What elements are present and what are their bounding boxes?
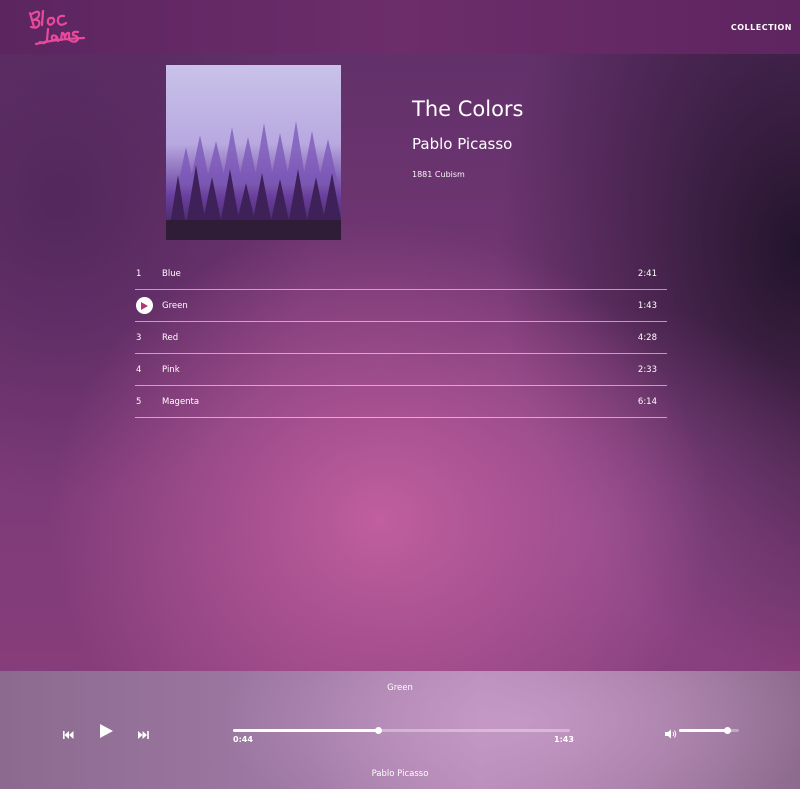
track-row-3[interactable]: 3 Red 4:28 — [135, 322, 667, 354]
volume-icon[interactable] — [665, 724, 677, 743]
volume-bar-thumb[interactable] — [724, 727, 731, 734]
volume-bar[interactable] — [679, 727, 739, 734]
track-name: Red — [162, 332, 179, 343]
album-label: Cubism — [434, 170, 465, 179]
album-cover-art — [166, 65, 341, 240]
now-playing-artist: Pablo Picasso — [371, 769, 429, 779]
skip-next-icon[interactable] — [138, 725, 149, 744]
track-duration: 4:28 — [637, 332, 657, 343]
skip-previous-icon[interactable] — [63, 725, 74, 744]
album-artist: Pablo Picasso — [412, 135, 513, 153]
track-number: 5 — [136, 396, 142, 407]
player-bar: Green 0:44 1:43 Pablo Picasso — [0, 671, 800, 789]
track-duration: 2:33 — [637, 364, 657, 375]
current-time: 0:44 — [233, 735, 253, 744]
seek-bar-fill — [233, 729, 378, 732]
track-name: Pink — [162, 364, 180, 375]
track-play-button[interactable] — [135, 290, 162, 322]
volume-bar-fill — [679, 729, 727, 732]
total-time: 1:43 — [554, 735, 574, 744]
nav-collection-link[interactable]: COLLECTION — [731, 23, 792, 32]
play-icon[interactable] — [100, 723, 113, 742]
now-playing-title: Green — [387, 683, 413, 693]
album-title: The Colors — [412, 97, 524, 121]
track-number: 3 — [136, 332, 142, 343]
track-number: 4 — [136, 364, 142, 375]
track-name: Green — [162, 300, 188, 311]
track-name: Blue — [162, 268, 181, 279]
track-name: Magenta — [162, 396, 200, 407]
track-duration: 6:14 — [637, 396, 657, 407]
track-number: 1 — [136, 268, 142, 279]
track-row-1[interactable]: 1 Blue 2:41 — [135, 258, 667, 290]
navbar: COLLECTION — [0, 0, 800, 54]
logo[interactable] — [26, 5, 88, 49]
album-info: The Colors Pablo Picasso 1881 Cubism — [412, 97, 524, 179]
track-list: 1 Blue 2:41 Green 1:43 3 Red 4:28 4 Pink… — [135, 258, 667, 418]
album-meta: 1881 Cubism — [412, 170, 524, 179]
bloc-jams-logo-icon — [28, 9, 86, 46]
track-row-5[interactable]: 5 Magenta 6:14 — [135, 386, 667, 418]
track-duration: 2:41 — [637, 268, 657, 279]
seek-bar[interactable] — [233, 727, 570, 734]
play-circle-icon — [136, 297, 153, 314]
track-duration: 1:43 — [637, 300, 657, 311]
seek-bar-thumb[interactable] — [374, 727, 382, 734]
track-row-4[interactable]: 4 Pink 2:33 — [135, 354, 667, 386]
album-year: 1881 — [412, 170, 433, 179]
track-row-2[interactable]: Green 1:43 — [135, 290, 667, 322]
